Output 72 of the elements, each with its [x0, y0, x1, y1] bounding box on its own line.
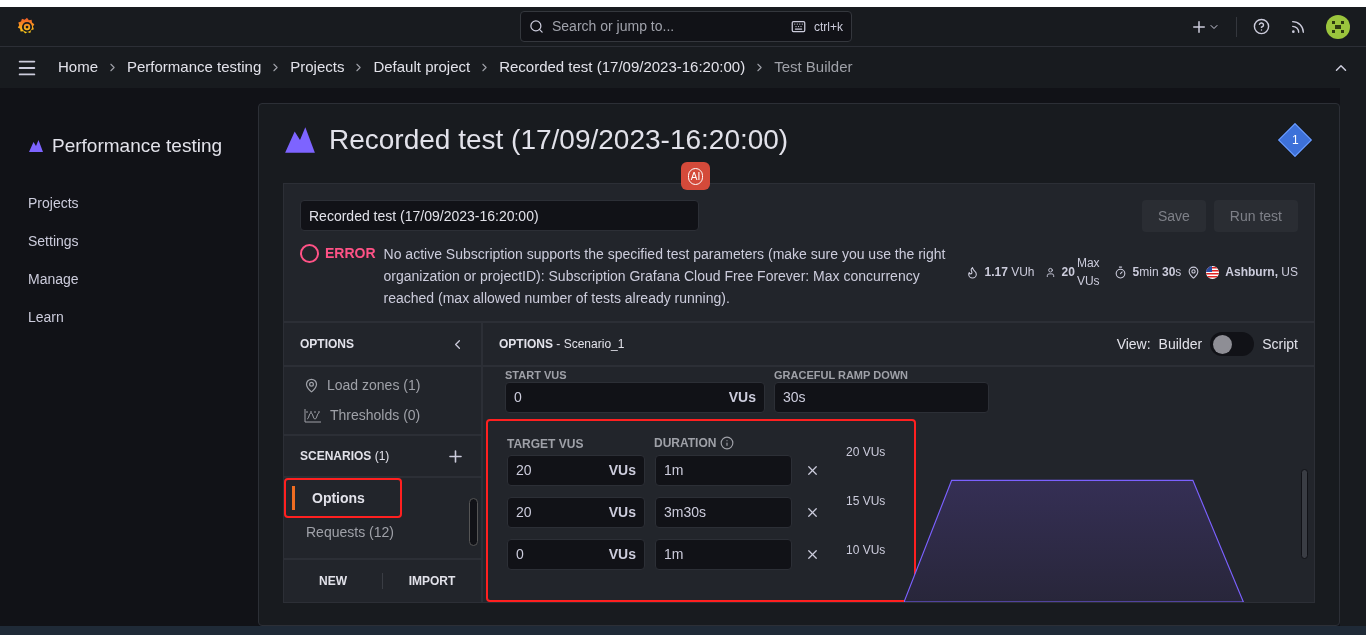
field-label: GRACEFUL RAMP DOWN — [774, 369, 910, 382]
search-icon — [529, 19, 544, 34]
test-name-field[interactable]: Recorded test (17/09/2023-16:20:00) — [300, 200, 699, 231]
scrollbar-thumb[interactable] — [469, 498, 478, 546]
remove-stage-icon[interactable] — [805, 505, 820, 520]
duration-field[interactable]: 1m — [655, 455, 792, 486]
max-vus-unit: Max — [1076, 255, 1100, 272]
options-heading: OPTIONS — [300, 336, 354, 353]
search-bar[interactable]: Search or jump to... ctrl+k — [520, 11, 852, 42]
error-message: No active Subscription supports the specified test parameters (make sure you use the right organization or projectID): Subscription Grafana Cloud Free Forever: Max concurrency reached (max allowed number of tests already running). — [383, 245, 947, 308]
ramp-down-field[interactable]: 30s — [774, 382, 989, 413]
duration-stat: 5min 30s — [1132, 264, 1182, 281]
breadcrumb-link[interactable]: Performance testing — [127, 56, 262, 79]
flame-icon — [965, 265, 979, 279]
view-switch[interactable] — [1210, 332, 1255, 356]
script-label: Script — [1262, 334, 1298, 354]
chart-axis-label: 10 VUs — [846, 542, 886, 559]
duration-field[interactable]: 3m30s — [655, 497, 792, 528]
error-label: ERROR — [325, 244, 376, 263]
news-feed-icon[interactable] — [1290, 18, 1306, 35]
duration-field[interactable]: 1m — [655, 539, 792, 570]
max-vus-unit: VUs — [1076, 273, 1100, 290]
footer-action[interactable]: NEW — [284, 572, 382, 590]
remove-stage-icon[interactable] — [805, 463, 820, 478]
breadcrumb-link[interactable]: Recorded test (17/09/2023-16:20:00) — [499, 56, 746, 79]
sidebar-item[interactable]: Projects — [28, 192, 79, 231]
timer-icon — [1113, 265, 1127, 279]
column-label: TARGET VUS — [507, 436, 585, 451]
remove-stage-icon[interactable] — [805, 547, 820, 562]
footer-action[interactable]: IMPORT — [383, 572, 481, 590]
location-pin-icon — [304, 378, 319, 393]
start-vus-field[interactable]: 0 VUs — [505, 382, 765, 413]
shortcut-hint: ctrl+k — [814, 18, 843, 36]
info-icon — [720, 436, 735, 450]
settings-section-link[interactable]: Thresholds (0) — [304, 405, 461, 426]
target-vus-field[interactable]: 20 VUs — [507, 497, 645, 528]
avatar-icon[interactable] — [1326, 14, 1350, 39]
location-icon — [1187, 265, 1201, 279]
scenario-item[interactable]: Options — [292, 486, 394, 510]
field-label: START VUS — [505, 369, 568, 382]
scenario-item[interactable]: Requests (12) — [292, 520, 394, 544]
max-vus-value: 20 — [1061, 264, 1075, 281]
sidebar-item[interactable]: Settings — [28, 230, 79, 269]
user-icon — [1044, 266, 1056, 278]
search-field[interactable]: Search or jump to... — [552, 16, 783, 37]
breadcrumb-link[interactable]: Home — [58, 56, 98, 79]
sidebar-title: Performance testing — [52, 134, 223, 158]
notification-badge[interactable]: 1 — [1278, 122, 1312, 157]
threshold-chart-icon — [304, 408, 322, 423]
chart-axis-label: 20 VUs — [846, 444, 886, 461]
target-vus-field[interactable]: 0 VUs — [507, 539, 645, 570]
settings-section-link[interactable]: Load zones (1) — [304, 375, 461, 396]
sidebar-item[interactable]: Manage — [28, 268, 79, 307]
chart-axis-label: 15 VUs — [846, 493, 886, 510]
scenarios-heading: SCENARIOS (1) — [300, 448, 390, 465]
k6-logo-icon — [28, 138, 44, 155]
sidebar-item[interactable]: Learn — [28, 306, 64, 345]
target-vus-field[interactable]: 20 VUs — [507, 455, 645, 486]
help-icon[interactable] — [1253, 18, 1270, 35]
view-label: View: — [1116, 334, 1151, 354]
breadcrumb-link[interactable]: Default project — [373, 56, 471, 79]
page-title: Recorded test (17/09/2023-16:20:00) — [329, 122, 789, 157]
vuh-stat: 1.17 VUh — [984, 264, 1035, 281]
breadcrumb-link[interactable]: Projects — [290, 56, 345, 79]
keyboard-icon — [791, 19, 806, 34]
editor-heading: OPTIONS - Scenario_1 — [499, 336, 625, 353]
location-stat: Ashburn, US — [1225, 264, 1298, 281]
scrollbar-thumb[interactable] — [1301, 469, 1308, 559]
us-flag-icon — [1206, 265, 1220, 279]
builder-label: Builder — [1158, 334, 1203, 354]
column-label: DURATION — [654, 435, 735, 451]
ai-badge[interactable]: AI — [681, 162, 710, 190]
